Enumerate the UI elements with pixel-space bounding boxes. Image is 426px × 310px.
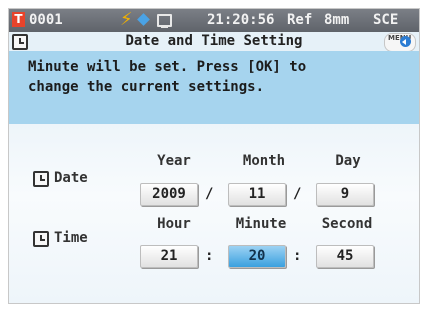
time-label: Time <box>54 230 88 246</box>
minute-header: Minute <box>235 216 287 232</box>
month-field[interactable]: 11 <box>228 183 286 206</box>
hour-field[interactable]: 21 <box>140 245 198 268</box>
instruction-message: Minute will be set. Press [OK] to change… <box>9 51 419 124</box>
status-mode: Ref <box>287 12 313 28</box>
year-header: Year <box>157 153 191 169</box>
hour-header: Hour <box>157 216 191 232</box>
instrument-screen: T 0001 ⚡ 21:20:56 Ref 8mm SCE Date and T… <box>8 8 420 304</box>
channel-t-icon: T <box>12 12 25 27</box>
second-header: Second <box>321 216 373 232</box>
title-bar: Date and Time Setting MENU <box>9 32 419 52</box>
message-line-1: Minute will be set. Press [OK] to <box>28 59 307 75</box>
settings-panel: Date Year Month Day 2009 / 11 / 9 Time H… <box>9 124 419 303</box>
page-title: Date and Time Setting <box>125 33 303 49</box>
status-specular: SCE <box>373 12 399 28</box>
date-clock-icon <box>33 171 49 187</box>
back-arrow-icon <box>400 36 411 47</box>
second-field[interactable]: 45 <box>316 245 374 268</box>
bolt-icon: ⚡ <box>120 9 133 30</box>
year-field[interactable]: 2009 <box>140 183 198 206</box>
date-separator-1: / <box>205 186 214 202</box>
date-separator-2: / <box>293 186 302 202</box>
status-clock: 21:20:56 <box>207 12 275 28</box>
channel-number: 0001 <box>29 12 63 28</box>
status-aperture: 8mm <box>324 12 350 28</box>
time-clock-icon <box>33 231 49 247</box>
monitor-icon <box>157 14 172 28</box>
minute-field-selected[interactable]: 20 <box>228 245 286 268</box>
day-header: Day <box>335 153 361 169</box>
menu-back-button[interactable]: MENU <box>384 33 416 52</box>
time-separator-1: : <box>205 248 214 264</box>
time-separator-2: : <box>293 248 302 264</box>
day-field[interactable]: 9 <box>316 183 374 206</box>
message-line-2: change the current settings. <box>28 79 265 95</box>
diamond-icon <box>137 13 150 26</box>
date-label: Date <box>54 170 88 186</box>
status-bar: T 0001 ⚡ 21:20:56 Ref 8mm SCE <box>9 9 419 32</box>
month-header: Month <box>242 153 286 169</box>
